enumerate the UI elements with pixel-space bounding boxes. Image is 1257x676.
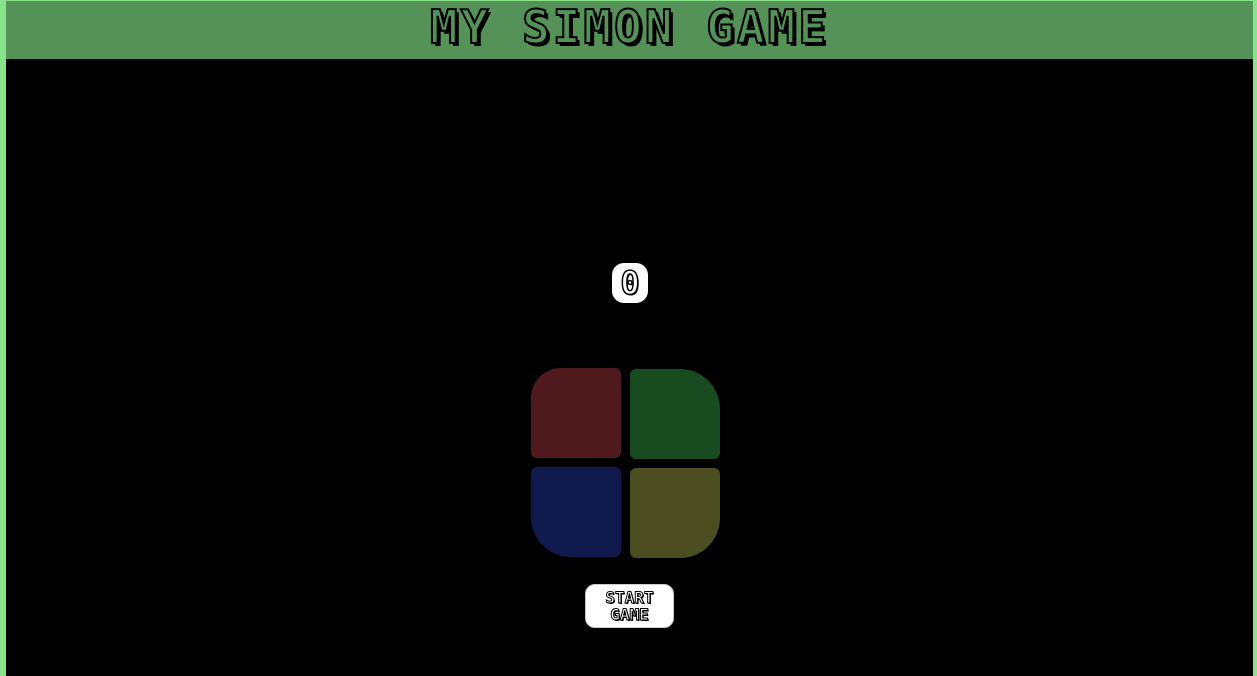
start-game-button[interactable]: Start Game <box>585 584 674 628</box>
blue-pad[interactable] <box>531 467 621 557</box>
red-pad[interactable] <box>531 368 621 458</box>
header-bar: My Simon Game <box>6 1 1253 59</box>
page-title: My Simon Game <box>429 0 830 54</box>
yellow-pad[interactable] <box>630 468 720 558</box>
game-stage: 0 Start Game <box>6 59 1253 676</box>
score-display: 0 <box>612 263 648 303</box>
green-pad[interactable] <box>630 369 720 459</box>
